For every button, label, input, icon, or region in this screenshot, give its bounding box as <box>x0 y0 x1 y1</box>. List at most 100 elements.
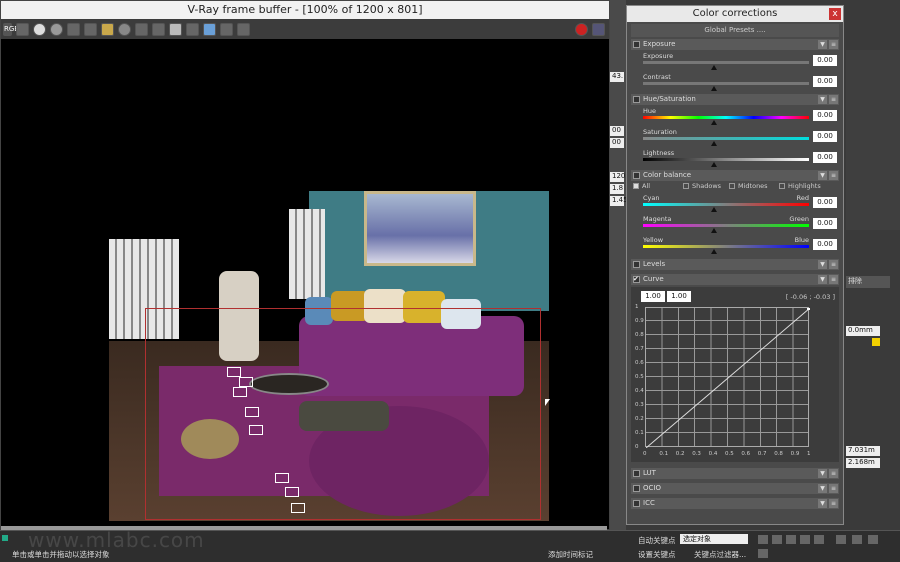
exposure-value[interactable]: 0.00 <box>813 55 837 66</box>
opt-all[interactable]: All <box>633 182 650 190</box>
opt-shadows[interactable]: Shadows <box>683 182 721 190</box>
contrast-slider-knob[interactable] <box>711 86 717 91</box>
white-circle-icon[interactable] <box>33 22 46 36</box>
chevron-down-icon[interactable]: ▼ <box>818 499 827 508</box>
hue-slider-knob[interactable] <box>711 120 717 125</box>
clear-icon[interactable] <box>135 22 148 36</box>
rgb-channel-button[interactable]: RGB <box>3 22 19 36</box>
curve-graph[interactable] <box>645 307 810 448</box>
stop-render-icon[interactable] <box>575 22 588 36</box>
side-field-5[interactable]: 1.8 <box>610 184 624 194</box>
chevron-down-icon[interactable]: ▼ <box>818 40 827 49</box>
shadows-checkbox[interactable] <box>683 183 689 189</box>
side-field-1[interactable]: 43. <box>610 72 624 82</box>
gray-circle-icon[interactable] <box>50 22 63 36</box>
yellow-blue-value[interactable]: 0.00 <box>813 239 837 250</box>
levels-section[interactable]: Levels ▼ ≡ <box>631 259 839 270</box>
curve-section[interactable]: Curve ▼ ≡ <box>631 274 839 285</box>
chevron-down-icon[interactable]: ▼ <box>818 275 827 284</box>
icc-checkbox[interactable] <box>633 500 640 507</box>
color-swatch[interactable] <box>872 338 880 346</box>
midtones-checkbox[interactable] <box>729 183 735 189</box>
cyan-red-slider[interactable] <box>643 203 809 206</box>
opt-highlights[interactable]: Highlights <box>779 182 821 190</box>
saturation-slider[interactable] <box>643 137 809 140</box>
go-to-start-icon[interactable] <box>758 535 768 544</box>
all-checkbox[interactable] <box>633 183 639 189</box>
load-icon[interactable] <box>84 22 97 36</box>
levels-checkbox[interactable] <box>633 261 640 268</box>
icc-section[interactable]: ICC ▼ ≡ <box>631 498 839 509</box>
chevron-down-icon[interactable]: ▼ <box>818 484 827 493</box>
saturation-value[interactable]: 0.00 <box>813 131 837 142</box>
exposure-slider-knob[interactable] <box>711 65 717 70</box>
render-region-frame[interactable] <box>145 308 541 520</box>
next-frame-icon[interactable] <box>800 535 810 544</box>
hue-saturation-section[interactable]: Hue/Saturation ▼ ≡ <box>631 94 839 105</box>
chevron-down-icon[interactable]: ▼ <box>818 95 827 104</box>
magenta-green-slider[interactable] <box>643 224 809 227</box>
ocio-checkbox[interactable] <box>633 485 640 492</box>
hue-saturation-checkbox[interactable] <box>633 96 640 103</box>
ocio-section[interactable]: OCIO ▼ ≡ <box>631 483 839 494</box>
menu-icon[interactable]: ≡ <box>829 260 838 269</box>
hue-value[interactable]: 0.00 <box>813 110 837 121</box>
hue-slider[interactable] <box>643 116 809 119</box>
go-to-end-icon[interactable] <box>814 535 824 544</box>
exposure-checkbox[interactable] <box>633 41 640 48</box>
side-field-3[interactable]: 00 <box>610 138 624 148</box>
menu-icon[interactable]: ≡ <box>829 275 838 284</box>
chevron-down-icon[interactable]: ▼ <box>818 260 827 269</box>
side-field-6[interactable]: 1.45 <box>610 196 628 206</box>
lightness-value[interactable]: 0.00 <box>813 152 837 163</box>
pan-icon[interactable] <box>852 535 862 544</box>
contrast-value[interactable]: 0.00 <box>813 76 837 87</box>
menu-icon[interactable]: ≡ <box>829 40 838 49</box>
lens-effects-icon[interactable] <box>186 22 199 36</box>
history-icon[interactable] <box>203 22 216 36</box>
compare-icon[interactable] <box>220 22 233 36</box>
display-colors-icon[interactable] <box>237 22 250 36</box>
cyan-red-value[interactable]: 0.00 <box>813 197 837 208</box>
curve-input-value[interactable]: 1.00 <box>641 291 665 302</box>
saturation-slider-knob[interactable] <box>711 141 717 146</box>
chevron-down-icon[interactable]: ▼ <box>818 171 827 180</box>
close-icon[interactable]: x <box>829 8 841 20</box>
contrast-slider[interactable] <box>643 82 809 85</box>
lut-section[interactable]: LUT ▼ ≡ <box>631 468 839 479</box>
menu-icon[interactable]: ≡ <box>829 171 838 180</box>
chevron-down-icon[interactable]: ▼ <box>818 469 827 478</box>
color-balance-section[interactable]: Color balance ▼ ≡ <box>631 170 839 181</box>
side-field-4[interactable]: 120 <box>610 172 625 182</box>
yellow-blue-slider-knob[interactable] <box>711 249 717 254</box>
save-icon[interactable] <box>67 22 80 36</box>
magenta-green-slider-knob[interactable] <box>711 228 717 233</box>
sphere-icon[interactable] <box>118 22 131 36</box>
curve-output-value[interactable]: 1.00 <box>667 291 691 302</box>
exposure-section[interactable]: Exposure ▼ ≡ <box>631 39 839 50</box>
yellow-blue-slider[interactable] <box>643 245 809 248</box>
curve-checkbox[interactable] <box>633 274 640 285</box>
size-field[interactable]: 0.0mm <box>846 326 880 336</box>
lightness-slider-knob[interactable] <box>711 162 717 167</box>
folder-icon[interactable] <box>101 22 114 36</box>
set-key-label[interactable]: 设置关键点 <box>638 549 676 560</box>
play-icon[interactable] <box>786 535 796 544</box>
magenta-green-value[interactable]: 0.00 <box>813 218 837 229</box>
cyan-red-slider-knob[interactable] <box>711 207 717 212</box>
channel-select-icon[interactable] <box>16 22 29 36</box>
auto-key-label[interactable]: 自动关键点 <box>638 535 676 546</box>
zoom-icon[interactable] <box>836 535 846 544</box>
selected-object-dropdown[interactable]: 选定对象 <box>680 534 748 544</box>
prev-frame-icon[interactable] <box>772 535 782 544</box>
side-field-2[interactable]: 00 <box>610 126 624 136</box>
lightness-slider[interactable] <box>643 158 809 161</box>
render-icon[interactable] <box>592 22 605 36</box>
highlights-checkbox[interactable] <box>779 183 785 189</box>
menu-icon[interactable]: ≡ <box>829 95 838 104</box>
time-config-icon[interactable] <box>758 549 768 558</box>
orbit-icon[interactable] <box>868 535 878 544</box>
render-canvas[interactable] <box>1 39 607 529</box>
region-icon[interactable] <box>152 22 165 36</box>
track-mouse-icon[interactable] <box>169 22 182 36</box>
